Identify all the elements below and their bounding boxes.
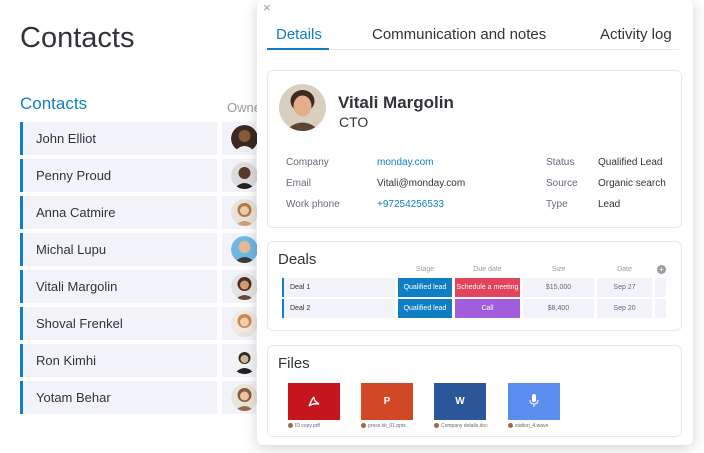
- deal-due[interactable]: Schedule a meeting: [455, 278, 520, 297]
- table-row[interactable]: Michal Lupu: [20, 233, 258, 266]
- avatar: [231, 310, 258, 337]
- group-title[interactable]: Contacts: [20, 94, 87, 114]
- contact-card: Vitali Margolin CTO Company monday.com E…: [267, 70, 682, 228]
- date-column-header: Date: [617, 266, 632, 273]
- page-title: Contacts: [20, 22, 135, 54]
- powerpoint-icon[interactable]: P: [361, 383, 413, 420]
- deal-stage[interactable]: Qualified lead: [398, 299, 452, 318]
- file-caption: station_4.wave: [508, 423, 560, 429]
- deal-date[interactable]: Sep 20: [597, 299, 652, 318]
- deals-card: Deals Stage Due date Size Date + Deal 1 …: [267, 241, 682, 331]
- contact-name[interactable]: Vitali Margolin: [20, 270, 217, 303]
- file-item[interactable]: P press kit_01.pptx: [361, 383, 413, 429]
- deal-extra-cell: [655, 278, 666, 297]
- profile-photo: [279, 84, 326, 131]
- audio-icon[interactable]: [508, 383, 560, 420]
- email-value[interactable]: Vitali@monday.com: [377, 178, 465, 189]
- deal-size: $15,000: [523, 278, 594, 297]
- tab-details[interactable]: Details: [276, 26, 322, 43]
- file-item[interactable]: W Company details.doc: [434, 383, 488, 429]
- table-row[interactable]: Deal 1 Qualified lead Schedule a meeting…: [282, 278, 666, 297]
- deal-due[interactable]: Call: [455, 299, 520, 318]
- contact-name-heading: Vitali Margolin: [338, 93, 454, 112]
- avatar: [279, 84, 326, 131]
- add-column-icon[interactable]: +: [657, 265, 666, 274]
- active-tab-indicator: [267, 48, 329, 50]
- phone-link[interactable]: +97254256533: [377, 199, 444, 210]
- owner-cell[interactable]: [222, 159, 258, 192]
- source-value[interactable]: Organic search: [598, 178, 666, 189]
- tab-activity-log[interactable]: Activity log: [600, 26, 672, 43]
- avatar: [231, 199, 258, 226]
- contact-name[interactable]: Anna Catmire: [20, 196, 217, 229]
- contact-name[interactable]: Ron Kimhi: [20, 344, 217, 377]
- avatar: [231, 125, 258, 152]
- table-row[interactable]: Anna Catmire: [20, 196, 258, 229]
- deal-name[interactable]: Deal 1: [282, 278, 395, 297]
- status-label: Status: [546, 157, 575, 168]
- table-row[interactable]: Penny Proud: [20, 159, 258, 192]
- deal-size: $8,400: [523, 299, 594, 318]
- table-row[interactable]: Shoval Frenkel: [20, 307, 258, 340]
- owner-cell[interactable]: [222, 381, 258, 414]
- pdf-icon[interactable]: [288, 383, 340, 420]
- contact-job-title: CTO: [339, 114, 369, 130]
- avatar: [231, 347, 258, 374]
- source-label: Source: [546, 178, 578, 189]
- size-column-header: Size: [551, 266, 566, 273]
- contact-name[interactable]: Penny Proud: [20, 159, 217, 192]
- avatar: [231, 384, 258, 411]
- table-row[interactable]: Deal 2 Qualified lead Call $8,400 Sep 20: [282, 299, 666, 318]
- deal-stage[interactable]: Qualified lead: [398, 278, 452, 297]
- file-item[interactable]: ID copy.pdf: [288, 383, 340, 429]
- word-icon[interactable]: W: [434, 383, 486, 420]
- contact-name[interactable]: Shoval Frenkel: [20, 307, 217, 340]
- contact-name[interactable]: Michal Lupu: [20, 233, 217, 266]
- deal-date[interactable]: Sep 27: [597, 278, 652, 297]
- owner-cell[interactable]: [222, 196, 258, 229]
- contact-detail-panel: × Details Communication and notes Activi…: [257, 0, 693, 445]
- table-row[interactable]: John Elliot: [20, 122, 258, 155]
- file-caption: press kit_01.pptx: [361, 423, 413, 429]
- deals-title: Deals: [278, 251, 317, 268]
- owner-cell[interactable]: [222, 122, 258, 155]
- owner-cell[interactable]: [222, 307, 258, 340]
- file-item[interactable]: station_4.wave: [508, 383, 560, 429]
- company-link[interactable]: monday.com: [377, 157, 434, 168]
- email-label: Email: [286, 178, 312, 189]
- close-icon[interactable]: ×: [263, 0, 271, 15]
- owner-cell[interactable]: [222, 270, 258, 303]
- table-row[interactable]: Ron Kimhi: [20, 344, 258, 377]
- phone-label: Work phone: [286, 199, 340, 210]
- owner-column-header[interactable]: Owner: [227, 100, 257, 115]
- avatar: [231, 236, 258, 263]
- owner-cell[interactable]: [222, 233, 258, 266]
- contact-name[interactable]: Yotam Behar: [20, 381, 217, 414]
- company-label: Company: [286, 157, 329, 168]
- avatar: [231, 162, 258, 189]
- files-card: Files ID copy.pdf P press kit_01.pptx W …: [267, 345, 682, 437]
- table-row[interactable]: Vitali Margolin: [20, 270, 258, 303]
- file-caption: Company details.doc: [434, 423, 488, 429]
- file-caption: ID copy.pdf: [288, 423, 340, 429]
- stage-column-header: Stage: [415, 266, 435, 273]
- avatar: [231, 273, 258, 300]
- due-date-column-header: Due date: [473, 266, 502, 273]
- tab-communication-notes[interactable]: Communication and notes: [372, 26, 546, 43]
- deal-name[interactable]: Deal 2: [282, 299, 395, 318]
- deal-extra-cell: [655, 299, 666, 318]
- owner-cell[interactable]: [222, 344, 258, 377]
- type-value[interactable]: Lead: [598, 199, 620, 210]
- tab-bar: Details Communication and notes Activity…: [267, 26, 679, 50]
- contact-name[interactable]: John Elliot: [20, 122, 217, 155]
- table-row[interactable]: Yotam Behar: [20, 381, 258, 414]
- files-title: Files: [278, 355, 310, 372]
- type-label: Type: [546, 199, 568, 210]
- status-value[interactable]: Qualified Lead: [598, 157, 663, 168]
